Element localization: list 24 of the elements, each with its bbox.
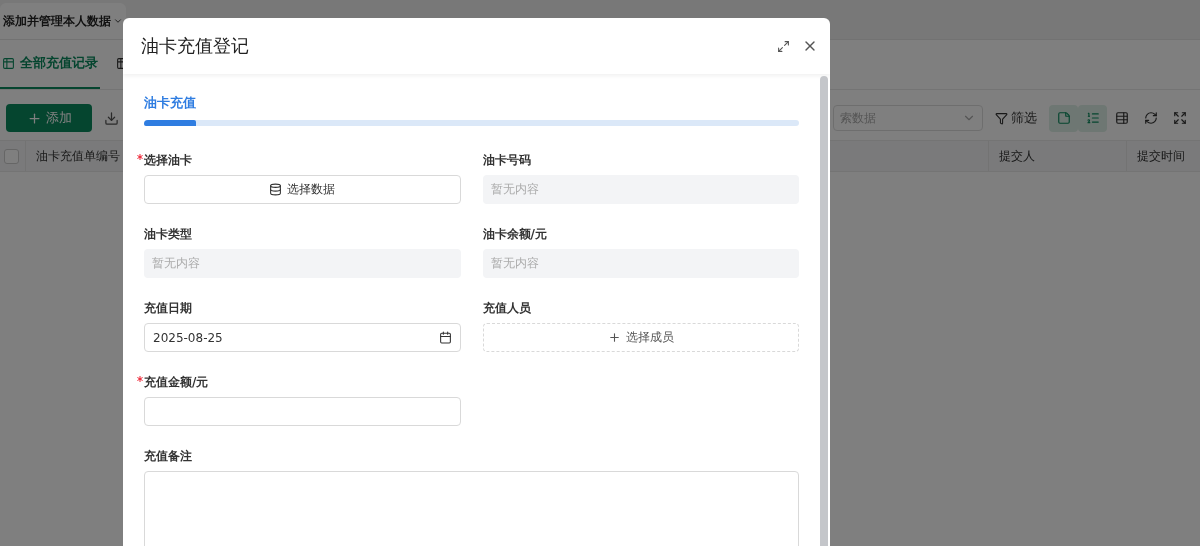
readonly-field: 暂无内容 [482, 249, 799, 278]
field-label: 充值日期 [144, 299, 192, 317]
header-tab[interactable]: 添加并管理本人数据 [0, 3, 126, 39]
dialog-title: 油卡充值登记 [141, 34, 249, 58]
field-label: 油卡类型 [144, 225, 192, 243]
date-field[interactable]: 2025-08-25 [144, 323, 461, 352]
page-tab[interactable]: 全部充值记录 [0, 39, 100, 89]
field-label: 油卡号码 [482, 151, 531, 169]
header-tab-label: 添加并管理本人数据 [3, 13, 111, 29]
form-tab[interactable]: 油卡充值 [144, 94, 799, 116]
column-header: 提交人 [988, 141, 1126, 171]
field-label: 充值备注 [144, 447, 192, 465]
field-label: 充值金额/元 [144, 373, 209, 391]
add-button[interactable]: 添加 [6, 104, 92, 132]
field-label: 油卡余额/元 [482, 225, 547, 243]
date-value: 2025-08-25 [153, 330, 223, 345]
readonly-field: 暂无内容 [144, 249, 461, 278]
column-header: 提交时间 [1126, 141, 1200, 171]
field-label: 充值人员 [482, 299, 531, 317]
select-member-button[interactable]: 选择成员 [482, 323, 799, 352]
field-label: 选择油卡 [144, 151, 192, 169]
select-data-button[interactable]: 选择数据 [144, 175, 461, 204]
filter-button[interactable]: 筛选 [995, 109, 1037, 127]
readonly-field: 暂无内容 [482, 175, 799, 204]
